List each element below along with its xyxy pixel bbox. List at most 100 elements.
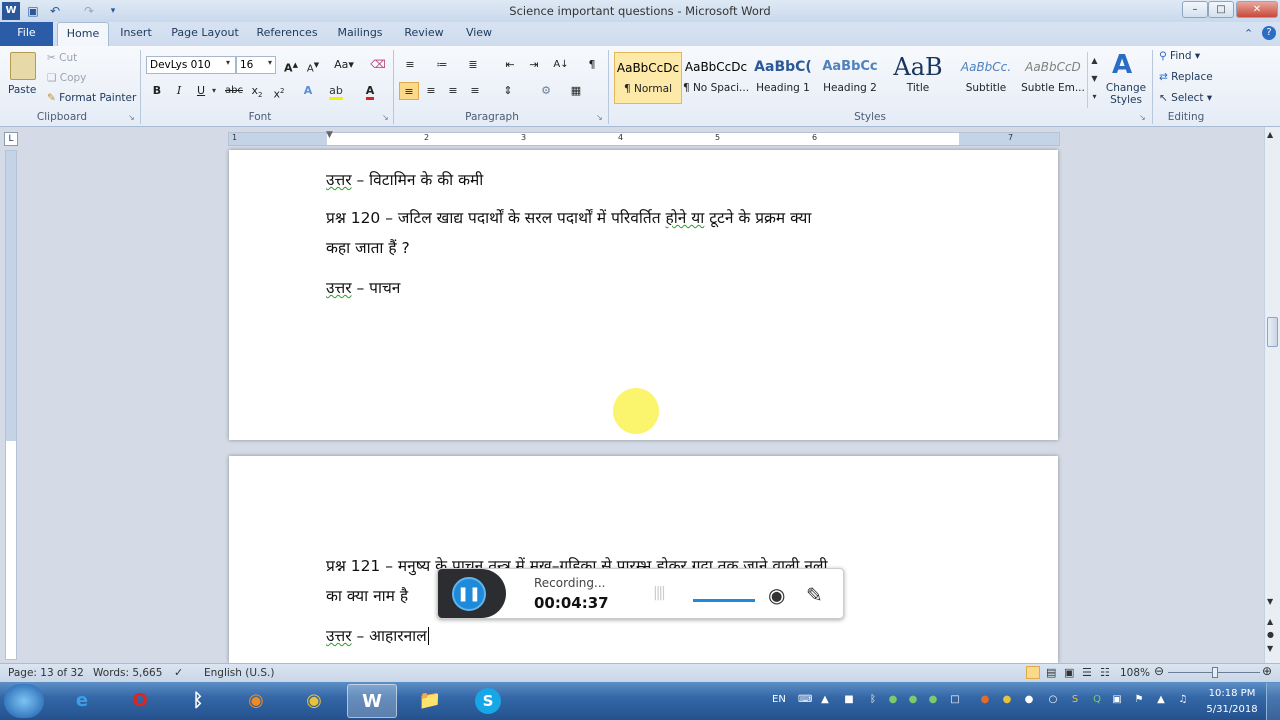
- chevron-down-icon[interactable]: ▾: [226, 58, 230, 67]
- clear-formatting-icon[interactable]: ⌫: [368, 56, 388, 74]
- zoom-level[interactable]: 108%: [1120, 667, 1150, 679]
- opera-icon[interactable]: O: [115, 684, 165, 718]
- clipboard-launcher-icon[interactable]: ↘: [128, 113, 135, 122]
- shading-icon[interactable]: ⚙: [536, 82, 556, 100]
- print-layout-icon[interactable]: [1026, 666, 1040, 679]
- bluetooth-icon[interactable]: ᛒ: [173, 684, 223, 718]
- paste-icon[interactable]: [10, 52, 36, 80]
- help-icon[interactable]: ?: [1262, 26, 1276, 40]
- paste-button[interactable]: Paste: [8, 84, 36, 96]
- minimize-button[interactable]: –: [1182, 1, 1208, 18]
- tray-expand-icon[interactable]: ▲: [818, 690, 832, 710]
- change-case-icon[interactable]: Aa▾: [331, 56, 357, 74]
- style-heading-2[interactable]: AaBbCc Heading 2: [816, 52, 884, 104]
- format-painter-button[interactable]: ✎ Format Painter: [47, 92, 136, 104]
- align-left-icon[interactable]: ≡: [399, 82, 419, 100]
- start-button[interactable]: [4, 684, 44, 718]
- bluetooth-tray-icon[interactable]: ᛒ: [866, 690, 880, 710]
- minimize-ribbon-icon[interactable]: ⌃: [1244, 27, 1253, 40]
- draft-icon[interactable]: ☷: [1100, 666, 1110, 679]
- tab-review[interactable]: Review: [398, 22, 450, 46]
- copy-button[interactable]: ❏ Copy: [47, 72, 86, 84]
- clock-date[interactable]: 5/31/2018: [1204, 704, 1260, 715]
- language-bar[interactable]: EN: [772, 694, 786, 705]
- font-color-icon[interactable]: A: [360, 82, 380, 100]
- paragraph-launcher-icon[interactable]: ↘: [596, 113, 603, 122]
- scroll-down-icon[interactable]: ▼: [1267, 597, 1273, 606]
- style-normal[interactable]: AaBbCcDc ¶ Normal: [614, 52, 682, 104]
- change-styles-button[interactable]: Change Styles: [1104, 82, 1148, 106]
- tray-app-icon[interactable]: ▣: [1110, 690, 1124, 710]
- tab-view[interactable]: View: [458, 22, 500, 46]
- vertical-scrollbar[interactable]: ▲ ▼ ▲ ● ▼: [1264, 127, 1280, 663]
- network-icon[interactable]: ▲: [1154, 690, 1168, 710]
- cut-button[interactable]: ✂ Cut: [47, 52, 77, 64]
- horizontal-ruler[interactable]: ▼ 1 2 3 4 5 6 7: [228, 130, 1060, 146]
- scroll-up-icon[interactable]: ▲: [1267, 130, 1273, 139]
- shrink-font-icon[interactable]: A▼: [303, 56, 323, 74]
- increase-indent-icon[interactable]: ⇥: [524, 56, 544, 74]
- webcam-icon[interactable]: ◉: [768, 583, 785, 607]
- tray-app-icon[interactable]: Q: [1090, 690, 1104, 710]
- tray-app-icon[interactable]: ●: [886, 690, 900, 710]
- change-styles-icon[interactable]: A: [1112, 50, 1132, 80]
- numbering-icon[interactable]: ≔: [432, 56, 452, 74]
- subscript-icon[interactable]: x2: [247, 82, 267, 100]
- bold-icon[interactable]: B: [147, 82, 167, 100]
- justify-icon[interactable]: ≡: [465, 82, 485, 100]
- borders-icon[interactable]: ▦: [566, 82, 586, 100]
- multilevel-list-icon[interactable]: ≣: [463, 56, 483, 74]
- tray-app-icon[interactable]: □: [948, 690, 962, 710]
- word-taskbar-icon[interactable]: W: [347, 684, 397, 718]
- font-launcher-icon[interactable]: ↘: [382, 113, 389, 122]
- italic-icon[interactable]: I: [169, 82, 189, 100]
- volume-slider[interactable]: [693, 599, 755, 602]
- chrome-icon[interactable]: ◉: [289, 684, 339, 718]
- language-indicator[interactable]: English (U.S.): [204, 667, 274, 679]
- highlight-icon[interactable]: ab: [326, 82, 346, 100]
- word-count[interactable]: Words: 5,665: [93, 667, 162, 679]
- show-formatting-icon[interactable]: ¶: [582, 56, 602, 74]
- tab-home[interactable]: Home: [57, 22, 109, 46]
- superscript-icon[interactable]: x2: [269, 82, 289, 101]
- scroll-thumb[interactable]: [1267, 317, 1278, 347]
- align-center-icon[interactable]: ≡: [421, 82, 441, 100]
- decrease-indent-icon[interactable]: ⇤: [500, 56, 520, 74]
- tray-app-icon[interactable]: ●: [1022, 690, 1036, 710]
- page-indicator[interactable]: Page: 13 of 32: [8, 667, 84, 679]
- styles-launcher-icon[interactable]: ↘: [1139, 113, 1146, 122]
- tray-app-icon[interactable]: ○: [1046, 690, 1060, 710]
- volume-icon[interactable]: ♫: [1176, 690, 1190, 710]
- clock-time[interactable]: 10:18 PM: [1204, 688, 1260, 699]
- replace-button[interactable]: ⇄ Replace: [1159, 71, 1213, 83]
- styles-scroll[interactable]: ▲ ▼ ▾: [1087, 52, 1101, 108]
- tab-references[interactable]: References: [252, 22, 322, 46]
- close-button[interactable]: ✕: [1236, 1, 1278, 18]
- internet-explorer-icon[interactable]: e: [57, 684, 107, 718]
- style-subtitle[interactable]: AaBbCc. Subtitle: [952, 52, 1020, 104]
- action-center-icon[interactable]: ⚑: [1132, 690, 1146, 710]
- indent-marker-icon[interactable]: ▼: [326, 130, 333, 140]
- text-effects-icon[interactable]: A: [298, 82, 318, 100]
- firefox-icon[interactable]: ◉: [231, 684, 281, 718]
- web-layout-icon[interactable]: ▣: [1064, 666, 1074, 679]
- tray-app-icon[interactable]: ●: [1000, 690, 1014, 710]
- previous-page-icon[interactable]: ▲: [1267, 617, 1273, 626]
- next-page-icon[interactable]: ▼: [1267, 644, 1273, 653]
- tab-selector[interactable]: L: [4, 132, 18, 146]
- pause-button[interactable]: ❚❚: [452, 577, 486, 611]
- browse-object-icon[interactable]: ●: [1267, 630, 1274, 639]
- full-screen-reading-icon[interactable]: ▤: [1046, 666, 1056, 679]
- explorer-icon[interactable]: 📁: [405, 684, 455, 718]
- find-button[interactable]: ⚲ Find ▾: [1159, 50, 1200, 62]
- select-button[interactable]: ↖ Select ▾: [1159, 92, 1212, 104]
- style-subtle-emphasis[interactable]: AaBbCcD Subtle Em...: [1020, 52, 1086, 104]
- zoom-out-icon[interactable]: ⊖: [1154, 664, 1164, 678]
- maximize-button[interactable]: □: [1208, 1, 1234, 18]
- strikethrough-icon[interactable]: abc: [224, 82, 244, 100]
- tray-app-icon[interactable]: ■: [842, 690, 856, 710]
- tray-app-icon[interactable]: S: [1068, 690, 1082, 710]
- show-desktop-button[interactable]: [1266, 683, 1280, 720]
- proofing-icon[interactable]: ✓: [174, 666, 183, 679]
- align-right-icon[interactable]: ≡: [443, 82, 463, 100]
